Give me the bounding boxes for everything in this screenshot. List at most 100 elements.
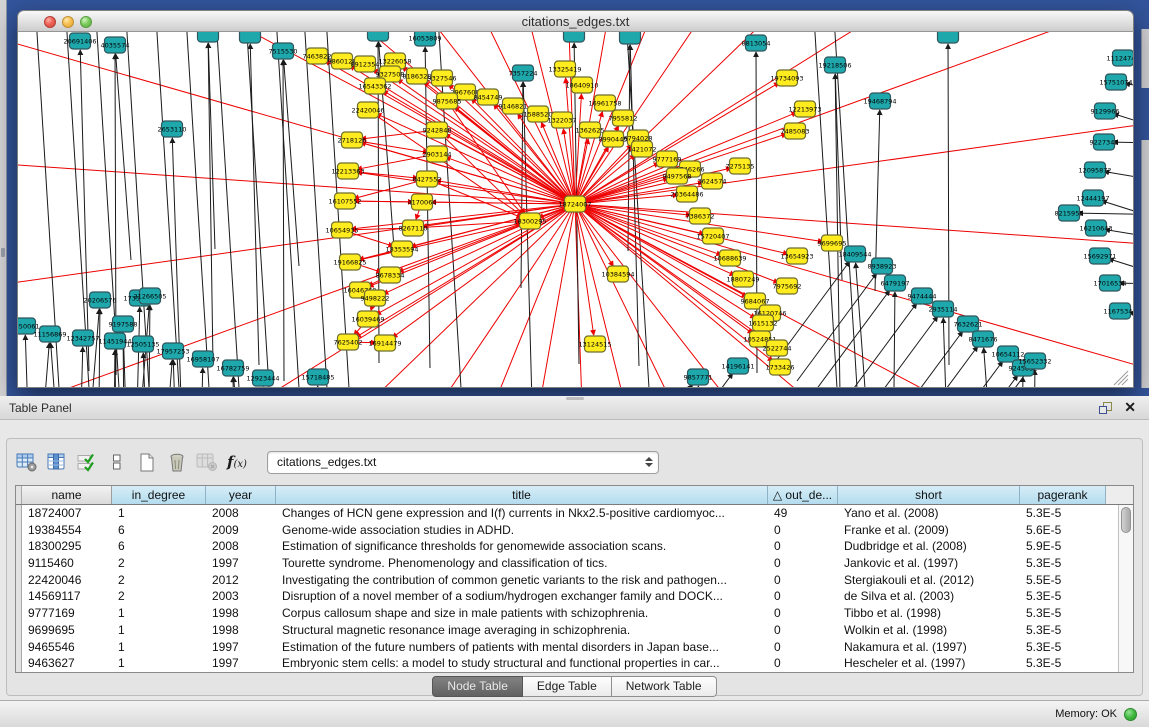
cell-year: 2003: [206, 588, 276, 605]
network-edge[interactable]: [88, 309, 99, 387]
column-header-title[interactable]: title: [276, 486, 768, 504]
table-row[interactable]: 1456911722003Disruption of a novel membe…: [16, 588, 1133, 605]
network-edge[interactable]: [376, 114, 575, 204]
select-all-checks-icon[interactable]: [75, 447, 99, 477]
node-label: 16782759: [216, 365, 249, 373]
network-node[interactable]: [620, 32, 641, 44]
cell-out_degree: 49: [768, 505, 838, 522]
column-header-out_degree[interactable]: △ out_de...: [768, 486, 838, 504]
network-node[interactable]: [198, 32, 219, 42]
table-row[interactable]: 1872400712008Changes of HCN gene express…: [16, 505, 1133, 522]
column-header-year[interactable]: year: [206, 486, 276, 504]
network-edge[interactable]: [18, 32, 575, 204]
new-column-icon[interactable]: [135, 447, 159, 477]
network-edge[interactable]: [810, 290, 890, 387]
network-edge[interactable]: [78, 347, 83, 387]
cell-in_degree: 2: [112, 588, 206, 605]
network-edge[interactable]: [18, 99, 575, 204]
cell-out_degree: 0: [768, 538, 838, 555]
vertical-scrollbar[interactable]: [1118, 505, 1133, 672]
column-header-name[interactable]: name: [22, 486, 112, 504]
table-row[interactable]: 977716911998Corpus callosum shape and si…: [16, 605, 1133, 622]
network-edge[interactable]: [797, 273, 877, 381]
network-edge[interactable]: [445, 134, 575, 204]
network-node[interactable]: [564, 32, 585, 42]
network-edge[interactable]: [698, 386, 705, 387]
attribute-table: namein_degreeyeartitle△ out_de...shortpa…: [15, 485, 1134, 673]
row-list-icon[interactable]: [105, 447, 129, 477]
column-header-pagerank[interactable]: pagerank: [1020, 486, 1106, 504]
float-panel-icon[interactable]: [1098, 401, 1113, 420]
network-edge[interactable]: [313, 386, 318, 387]
network-edge[interactable]: [208, 43, 213, 364]
network-edge[interactable]: [1078, 213, 1133, 215]
window-title: citations_edges.txt: [18, 14, 1133, 29]
network-edge[interactable]: [304, 32, 328, 387]
table-row[interactable]: 1938455462009Genome-wide association stu…: [16, 522, 1133, 539]
network-edge[interactable]: [283, 60, 284, 381]
network-node[interactable]: [240, 32, 261, 43]
cell-year: 2008: [206, 505, 276, 522]
network-node[interactable]: [368, 32, 389, 41]
memory-ok-icon[interactable]: [1124, 708, 1137, 721]
table-row[interactable]: 946362711997Embryonic stem cells: a mode…: [16, 655, 1133, 672]
network-edge[interactable]: [113, 350, 115, 387]
window-titlebar[interactable]: citations_edges.txt: [17, 10, 1134, 32]
node-label: 15718485: [301, 374, 334, 382]
tab-node-table[interactable]: Node Table: [432, 676, 523, 697]
network-edge[interactable]: [923, 361, 1003, 387]
network-edge[interactable]: [116, 54, 131, 260]
cell-pagerank: 5.3E-5: [1020, 588, 1106, 605]
network-node[interactable]: [938, 32, 959, 43]
table-row[interactable]: 1830029562008Estimation of significance …: [16, 538, 1133, 555]
node-label: 16053809: [408, 35, 441, 43]
network-edge[interactable]: [18, 32, 575, 204]
scrollbar-thumb[interactable]: [1121, 507, 1131, 533]
function-builder-icon[interactable]: f(x): [225, 447, 249, 477]
node-label: 9684067: [741, 298, 770, 306]
panel-collapse-handle[interactable]: [1, 248, 5, 257]
node-label: 20691406: [63, 38, 96, 46]
network-edge[interactable]: [613, 384, 693, 387]
network-edge[interactable]: [814, 32, 838, 387]
table-settings-icon[interactable]: [15, 447, 39, 477]
network-canvas[interactable]: 7515530160538097357224881305419218506206…: [17, 32, 1134, 388]
network-edge[interactable]: [276, 32, 300, 387]
close-panel-icon[interactable]: ✕: [1124, 399, 1136, 416]
left-panel-edge[interactable]: [0, 0, 7, 396]
node-label: 16914479: [368, 340, 401, 348]
network-edge[interactable]: [126, 32, 150, 387]
table-panel-titlebar[interactable]: Table Panel ✕: [0, 396, 1149, 420]
network-edge[interactable]: [38, 343, 49, 387]
canvas-resize-grip[interactable]: [1114, 371, 1128, 385]
network-edge[interactable]: [858, 316, 938, 387]
table-chooser-dropdown[interactable]: citations_edges.txt: [267, 451, 659, 474]
node-label: 22420046: [351, 107, 384, 115]
network-view-window[interactable]: citations_edges.txt 75155301605380973572…: [17, 10, 1134, 388]
network-edge[interactable]: [18, 32, 575, 204]
panel-splitter-handle[interactable]: [566, 397, 584, 400]
network-edge[interactable]: [161, 360, 172, 387]
network-edge[interactable]: [898, 346, 978, 387]
tab-edge-table[interactable]: Edge Table: [523, 676, 612, 697]
node-label: 18409544: [838, 251, 871, 259]
network-edge[interactable]: [186, 32, 210, 387]
network-edge[interactable]: [835, 74, 840, 387]
table-row[interactable]: 946554611997Estimation of the future num…: [16, 639, 1133, 656]
table-row[interactable]: 911546021997Tourette syndrome. Phenomeno…: [16, 555, 1133, 572]
show-columns-icon[interactable]: [45, 447, 69, 477]
network-edge[interactable]: [18, 32, 575, 204]
network-edge[interactable]: [284, 60, 299, 266]
tab-network-table[interactable]: Network Table: [612, 676, 717, 697]
table-row[interactable]: 2242004622012Investigating the contribut…: [16, 572, 1133, 589]
network-edge[interactable]: [938, 375, 1018, 387]
table-body: 1872400712008Changes of HCN gene express…: [16, 505, 1133, 672]
network-edge[interactable]: [198, 368, 203, 387]
table-row[interactable]: 969969511998Structural magnetic resonanc…: [16, 622, 1133, 639]
delete-column-icon[interactable]: [165, 447, 189, 477]
column-header-in_degree[interactable]: in_degree: [112, 486, 206, 504]
column-header-short[interactable]: short: [838, 486, 1020, 504]
network-edge[interactable]: [447, 101, 525, 214]
network-edge[interactable]: [18, 32, 575, 204]
network-edge[interactable]: [25, 335, 34, 387]
